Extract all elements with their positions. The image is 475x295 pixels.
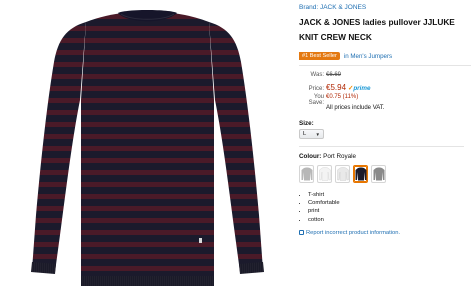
divider (299, 65, 471, 66)
report-incorrect-info-link[interactable]: Report incorrect product information. (299, 230, 471, 236)
size-selected-value: L (303, 131, 307, 137)
report-icon (299, 230, 304, 236)
colour-swatch-white-2[interactable] (335, 165, 350, 183)
product-info-panel: Brand: JACK & JONES JACK & JONES ladies … (299, 4, 471, 236)
colour-swatch-port-royale[interactable] (353, 165, 368, 183)
colour-row: Colour: Port Royale (299, 153, 471, 160)
report-link-text: Report incorrect product information. (306, 229, 401, 236)
colour-value: Port Royale (323, 153, 357, 160)
savings-row: You Save: €0.75 (11%) (299, 94, 471, 106)
vat-note: All prices include VAT. (326, 105, 385, 111)
price-block: Was: €6.69 Price: €5.94 ✓prime You Save:… (299, 72, 471, 111)
chevron-down-icon: ▼ (315, 131, 320, 137)
sweater-image (31, 10, 264, 286)
feature-item: T-shirt (308, 191, 471, 199)
prime-badge[interactable]: ✓prime (348, 85, 370, 92)
price-label: Price: (308, 86, 324, 92)
price-row: Price: €5.94 ✓prime (299, 83, 471, 94)
sweater-thumbnail-icon (355, 167, 366, 181)
best-seller-badge[interactable]: #1 Best Seller (299, 52, 340, 60)
divider (299, 146, 464, 147)
colour-swatch-light-grey[interactable] (299, 165, 314, 183)
size-dropdown[interactable]: L ▼ (299, 129, 324, 139)
feature-item: Comfortable (308, 199, 471, 207)
feature-bullets: T-shirt Comfortable print cotton (299, 191, 471, 224)
sweater-thumbnail-icon (318, 167, 331, 181)
colour-swatch-white[interactable] (317, 165, 332, 183)
sweater-thumbnail-icon (301, 167, 312, 181)
savings-label: You Save: (308, 94, 324, 106)
colour-swatch-grey[interactable] (371, 165, 386, 183)
current-price: €5.94 (326, 83, 347, 92)
colour-label: Colour: (299, 153, 322, 160)
savings-value: €0.75 (11%) (326, 94, 359, 100)
sweater-thumbnail-icon (336, 167, 349, 181)
best-seller-category-link[interactable]: in Men's Jumpers (344, 53, 392, 60)
colour-swatches (299, 165, 471, 183)
product-image[interactable] (0, 0, 295, 295)
best-seller-row: #1 Best Seller in Men's Jumpers (299, 51, 471, 61)
prime-label: prime (353, 85, 371, 92)
was-price-row: Was: €6.69 (299, 72, 471, 83)
brand-link[interactable]: Brand: JACK & JONES (299, 4, 471, 11)
product-title: JACK & JONES ladies pullover JJLUKE KNIT… (299, 17, 455, 42)
size-label: Size: (299, 120, 314, 127)
feature-item: cotton (308, 216, 471, 224)
was-label: Was: (310, 72, 324, 78)
feature-item: print (308, 207, 471, 215)
sweater-thumbnail-icon (373, 167, 384, 181)
was-price: €6.69 (326, 72, 342, 78)
